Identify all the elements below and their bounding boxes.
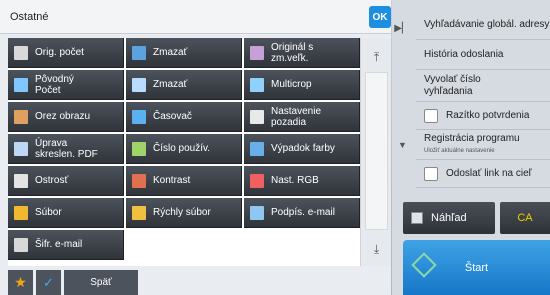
original-count-icon bbox=[14, 45, 28, 60]
multicrop-icon bbox=[250, 77, 264, 92]
function-button[interactable]: Číslo použív. bbox=[126, 134, 242, 164]
verification-stamp[interactable]: Razítko potvrdenia bbox=[416, 102, 550, 130]
back-button[interactable]: Späť bbox=[64, 270, 138, 295]
function-button-label: Zmazať bbox=[153, 47, 188, 58]
send-link-label: Odoslať link na cieľ bbox=[446, 167, 532, 179]
function-button-label: Zmazať bbox=[153, 79, 188, 90]
function-button-label: Šifr. e-mail bbox=[35, 239, 83, 250]
mixed-size-original-icon bbox=[250, 45, 264, 60]
function-button-label: Nastavenie pozadia bbox=[271, 105, 322, 128]
function-button-label: Originál s zm.veľk. bbox=[271, 41, 314, 64]
function-button[interactable]: Originál s zm.veľk. bbox=[244, 38, 360, 68]
panel-scroll-down-icon[interactable]: ▼ bbox=[398, 140, 407, 150]
function-button-label: Kontrast bbox=[153, 175, 191, 186]
timer-icon bbox=[132, 109, 146, 124]
function-button-label: Nast. RGB bbox=[271, 175, 319, 186]
encrypted-email-icon bbox=[14, 237, 28, 252]
ok-button[interactable]: OK bbox=[369, 6, 391, 28]
signed-email-icon bbox=[250, 205, 264, 220]
send-history[interactable]: História odoslania bbox=[416, 40, 550, 70]
function-button[interactable]: Rýchly súbor bbox=[126, 198, 242, 228]
program-registration[interactable]: Registrácia programu Uložiť aktuálne nas… bbox=[416, 130, 550, 160]
verification-stamp-label: Razítko potvrdenia bbox=[446, 109, 530, 121]
check-icon[interactable]: ✓ bbox=[36, 270, 61, 295]
function-button-label: Číslo použív. bbox=[153, 143, 211, 154]
function-button-label: Časovač bbox=[153, 111, 192, 122]
panel-collapse-icon[interactable]: ▶▏ bbox=[392, 8, 412, 48]
erase-page-icon bbox=[132, 77, 146, 92]
function-grid: Orig. počet Zmazať Originál s zm.veľk. Pôvo… bbox=[8, 38, 360, 266]
others-dialog: Ostatné OK Orig. počet Zmazať Originál s z… bbox=[0, 0, 391, 295]
preview-button[interactable]: Náhľad bbox=[403, 202, 495, 234]
dialog-title: Ostatné bbox=[10, 11, 49, 23]
function-button[interactable]: Zmazať bbox=[126, 70, 242, 100]
function-button[interactable]: Multicrop bbox=[244, 70, 360, 100]
function-button-label: Multicrop bbox=[271, 79, 312, 90]
file-folder-icon bbox=[14, 205, 28, 220]
background-setting-icon bbox=[250, 109, 264, 124]
dialog-title-bar: Ostatné OK bbox=[0, 0, 391, 34]
original-page-count-icon bbox=[14, 77, 28, 92]
erase-icon bbox=[132, 45, 146, 60]
function-button-label: Ostrosť bbox=[35, 175, 69, 186]
favorite-star-icon[interactable]: ★ bbox=[8, 270, 33, 295]
recall-search-number[interactable]: Vyvolať číslo vyhľadania bbox=[416, 70, 550, 102]
function-button[interactable]: Šifr. e-mail bbox=[8, 230, 124, 260]
send-link-to-destination[interactable]: Odoslať link na cieľ bbox=[416, 160, 550, 188]
rgb-setting-icon bbox=[250, 173, 264, 188]
preview-label: Náhľad bbox=[431, 212, 467, 224]
function-button[interactable]: Orig. počet bbox=[8, 38, 124, 68]
function-button[interactable]: Úprava skreslen. PDF bbox=[8, 134, 124, 164]
function-button[interactable]: Nastavenie pozadia bbox=[244, 102, 360, 132]
function-button-label: Úprava skreslen. PDF bbox=[35, 137, 98, 160]
start-button[interactable]: Štart bbox=[403, 240, 550, 295]
program-registration-sublabel: Uložiť aktuálne nastavenie bbox=[424, 147, 495, 154]
function-button-label: Orez obrazu bbox=[35, 111, 91, 122]
function-button[interactable]: Pôvodný Počet bbox=[8, 70, 124, 100]
function-button[interactable]: Nast. RGB bbox=[244, 166, 360, 196]
function-button-label: Výpadok farby bbox=[271, 143, 335, 154]
send-link-checkbox[interactable] bbox=[424, 166, 438, 181]
quick-file-icon bbox=[132, 205, 146, 220]
function-button[interactable]: Podpís. e-mail bbox=[244, 198, 360, 228]
start-label: Štart bbox=[464, 261, 489, 274]
color-dropout-icon bbox=[250, 141, 264, 156]
function-button[interactable]: Kontrast bbox=[126, 166, 242, 196]
send-history-label: História odoslania bbox=[424, 48, 504, 60]
global-address-search[interactable]: Vyhľadávanie globál. adresy bbox=[416, 10, 550, 40]
function-button[interactable]: Zmazať bbox=[126, 38, 242, 68]
verification-stamp-checkbox[interactable] bbox=[424, 108, 438, 123]
dialog-footer: ★ ✓ Späť bbox=[8, 270, 138, 295]
function-button[interactable]: Orez obrazu bbox=[8, 102, 124, 132]
sharpness-icon bbox=[14, 173, 28, 188]
scroll-track[interactable] bbox=[365, 72, 388, 230]
scrollbar[interactable]: ⤒ ⤓ bbox=[360, 38, 391, 266]
user-number-icon bbox=[132, 141, 146, 156]
function-button[interactable]: Výpadok farby bbox=[244, 134, 360, 164]
image-crop-icon bbox=[14, 109, 28, 124]
ca-label: CA bbox=[517, 212, 533, 224]
function-button[interactable]: Súbor bbox=[8, 198, 124, 228]
scroll-up-icon[interactable]: ⤒ bbox=[361, 42, 392, 72]
function-button[interactable]: Ostrosť bbox=[8, 166, 124, 196]
program-registration-label: Registrácia programu bbox=[424, 132, 520, 144]
global-address-search-label: Vyhľadávanie globál. adresy bbox=[424, 18, 550, 30]
function-button-label: Pôvodný Počet bbox=[35, 73, 74, 96]
recall-search-number-label: Vyvolať číslo vyhľadania bbox=[424, 73, 481, 97]
function-button-label: Súbor bbox=[35, 207, 62, 218]
function-button-label: Rýchly súbor bbox=[153, 207, 211, 218]
function-button-label: Orig. počet bbox=[35, 47, 84, 58]
ca-button[interactable]: CA bbox=[500, 202, 550, 234]
start-icon bbox=[411, 252, 437, 278]
scroll-down-icon[interactable]: ⤓ bbox=[361, 234, 392, 264]
contrast-icon bbox=[132, 173, 146, 188]
function-button-label: Podpís. e-mail bbox=[271, 207, 335, 218]
preview-icon bbox=[411, 212, 423, 224]
pdf-skew-icon bbox=[14, 141, 28, 156]
function-button[interactable]: Časovač bbox=[126, 102, 242, 132]
